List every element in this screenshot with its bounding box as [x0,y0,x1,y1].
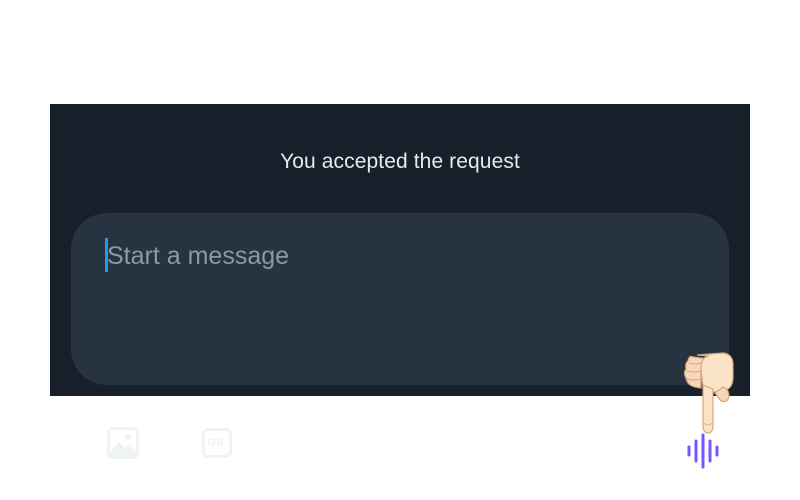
message-composer: GIF [71,213,734,469]
voice-message-button[interactable] [685,433,721,469]
pointing-down-hand-icon [683,352,734,434]
gif-label: GIF [207,437,227,449]
voice-waveform-icon [687,433,719,469]
request-accepted-notice: You accepted the request [280,150,520,173]
dm-conversation-panel: You accepted the request GIF [50,104,750,469]
add-image-button[interactable] [105,425,141,461]
message-input[interactable] [107,239,627,273]
gif-icon: GIF [202,428,232,458]
image-icon [107,427,139,459]
add-gif-button[interactable]: GIF [199,425,235,461]
